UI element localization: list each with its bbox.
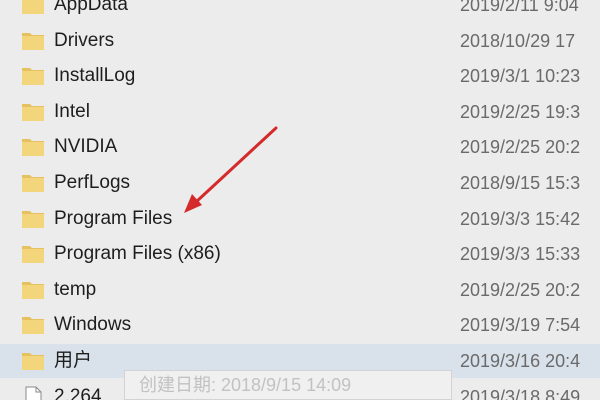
file-row[interactable]: Program Files (x86) 2019/3/3 15:33 (0, 237, 600, 271)
file-modified-date: 2019/3/16 20:4 (460, 351, 581, 371)
file-name: InstallLog (54, 65, 136, 87)
file-row[interactable]: temp 2019/2/25 20:2 (0, 273, 600, 307)
file-explorer-window: AppData 2019/2/11 9:04 Drivers 2018/10/29 1… (0, 0, 600, 400)
file-modified-date: 2019/3/18 8:49 (460, 386, 581, 400)
file-row[interactable]: Intel 2019/2/25 19:3 (0, 95, 600, 129)
file-modified-date: 2018/9/15 15:3 (460, 173, 581, 193)
file-modified-date: 2019/2/25 20:2 (460, 137, 581, 158)
file-name: Program Files (x86) (54, 243, 221, 265)
folder-icon (21, 207, 45, 231)
file-modified-date: 2019/2/25 19:3 (460, 101, 581, 122)
folder-icon (21, 278, 45, 302)
folder-icon (21, 171, 45, 195)
file-name: 用户 (54, 350, 93, 371)
folder-icon (21, 64, 45, 88)
file-name: Drivers (54, 29, 115, 51)
file-modified-date: 2018/10/29 17 (460, 30, 576, 51)
file-modified-date: 2019/3/19 7:54 (460, 315, 581, 336)
file-row[interactable]: Drivers 2018/10/29 17 (0, 24, 600, 58)
folder-icon (21, 100, 45, 124)
file-modified-date: 2019/2/11 9:04 (460, 0, 579, 15)
file-name: AppData (54, 0, 128, 15)
file-name: PerfLogs (54, 172, 131, 193)
file-icon (21, 385, 45, 400)
tooltip: 创建日期: 2018/9/15 14:09 (124, 370, 452, 400)
file-name: NVIDIA (54, 136, 118, 158)
file-modified-date: 2019/2/25 20:2 (460, 279, 581, 300)
folder-icon (21, 242, 45, 266)
file-name: Windows (54, 314, 132, 336)
tooltip-text: 创建日期: 2018/9/15 14:09 (139, 375, 352, 395)
folder-icon (21, 29, 45, 53)
file-modified-date: 2019/3/3 15:42 (460, 208, 581, 229)
folder-icon (21, 0, 45, 17)
file-name: Program Files (54, 207, 173, 229)
file-row[interactable]: NVIDIA 2019/2/25 20:2 (0, 130, 600, 164)
file-row[interactable]: Program Files 2019/3/3 15:42 (0, 202, 600, 236)
file-name: 2.264 (54, 385, 102, 400)
file-name: temp (54, 278, 97, 300)
file-name: Intel (54, 100, 90, 122)
file-row[interactable]: InstallLog 2019/3/1 10:23 (0, 59, 600, 93)
file-row[interactable]: PerfLogs 2018/9/15 15:3 (0, 166, 600, 200)
file-row[interactable]: AppData 2019/2/11 9:04 (0, 0, 600, 22)
folder-icon (21, 349, 45, 373)
folder-icon (21, 135, 45, 159)
file-row[interactable]: Windows 2019/3/19 7:54 (0, 308, 600, 342)
file-modified-date: 2019/3/1 10:23 (460, 66, 581, 87)
folder-icon (21, 313, 45, 337)
file-modified-date: 2019/3/3 15:33 (460, 244, 581, 265)
file-list: AppData 2019/2/11 9:04 Drivers 2018/10/29 1… (0, 0, 600, 400)
